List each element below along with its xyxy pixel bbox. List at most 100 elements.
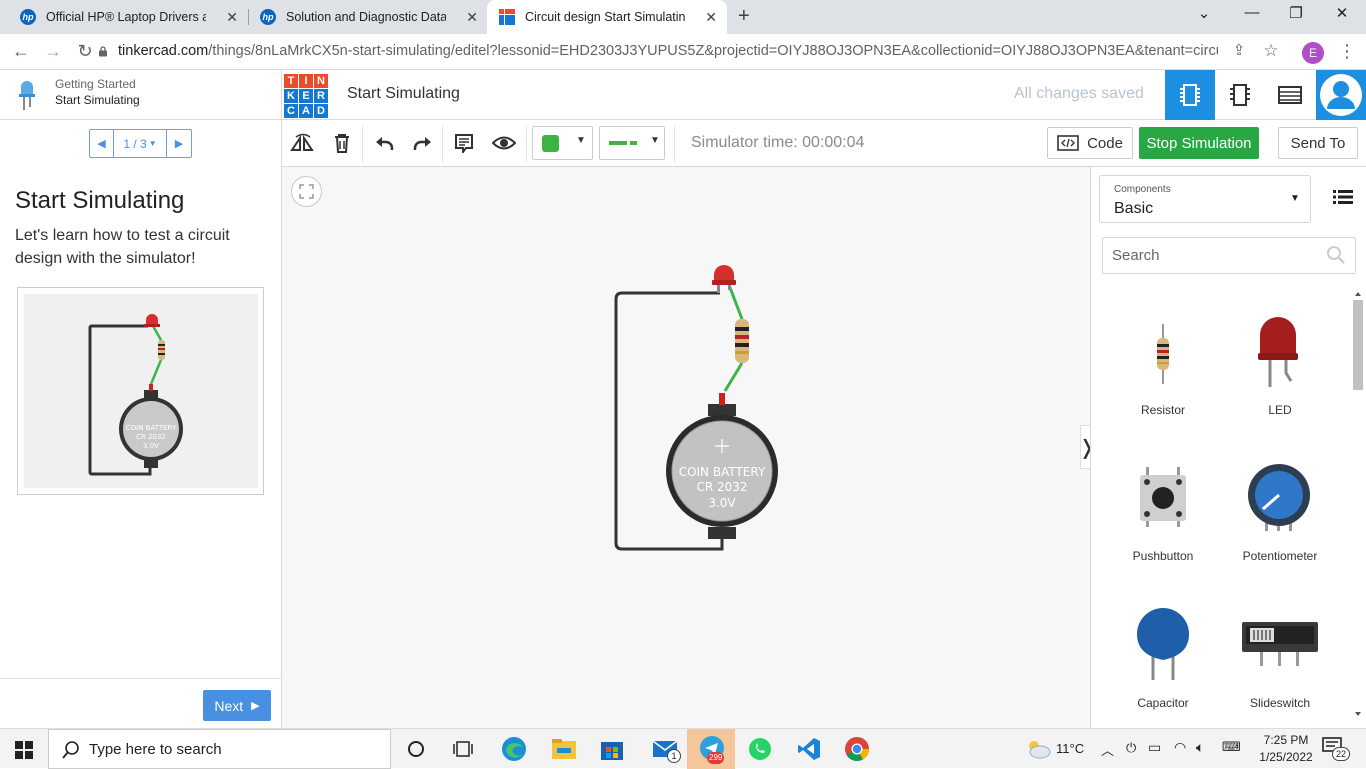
schematic-view-button[interactable] xyxy=(1215,70,1265,120)
file-explorer-icon[interactable] xyxy=(550,735,578,763)
share-icon[interactable]: ⇪ xyxy=(1228,41,1250,59)
coin-battery[interactable]: COIN BATTERY CR 2032 3.0V xyxy=(666,393,778,539)
wifi-icon[interactable]: ◠ xyxy=(1174,739,1186,756)
wire-type-dropdown[interactable]: ▼ xyxy=(599,126,665,160)
vscode-icon[interactable] xyxy=(795,735,823,763)
redo-icon[interactable] xyxy=(413,135,433,151)
circuit-view-button[interactable] xyxy=(1165,70,1215,120)
minimize-icon[interactable]: — xyxy=(1232,4,1272,21)
tab-title: Solution and Diagnostic Data Co xyxy=(286,10,446,24)
visibility-eye-icon[interactable] xyxy=(492,134,516,152)
list-view-icon[interactable] xyxy=(1333,189,1353,205)
notification-center-button[interactable]: 22 xyxy=(1322,737,1352,763)
project-title[interactable]: Start Simulating xyxy=(347,85,460,103)
cortana-icon[interactable] xyxy=(402,735,430,763)
red-led[interactable] xyxy=(712,265,736,293)
tray-device-icon[interactable]: ⏻ xyxy=(1126,740,1136,756)
next-button[interactable]: Next ▶ xyxy=(203,690,271,721)
tinkercad-logo[interactable]: TIN KER CAD xyxy=(284,74,328,118)
green-wire-top[interactable] xyxy=(727,284,744,320)
green-wire-bottom[interactable] xyxy=(723,362,744,392)
chevron-up-icon[interactable]: ︿ xyxy=(1101,740,1114,759)
send-to-button[interactable]: Send To xyxy=(1278,127,1358,159)
undo-icon[interactable] xyxy=(374,135,394,151)
browser-menu-icon[interactable]: ⋮ xyxy=(1336,41,1358,62)
edge-browser-icon[interactable] xyxy=(500,735,528,763)
components-scrollbar[interactable] xyxy=(1352,290,1364,720)
prev-step-button[interactable]: ◀ xyxy=(90,130,114,157)
taskbar-clock[interactable]: 7:25 PM 1/25/2022 xyxy=(1256,732,1316,766)
play-arrow-icon: ▶ xyxy=(251,700,260,712)
telegram-app-button[interactable]: 299 xyxy=(687,729,735,769)
close-tab-icon[interactable]: ✕ xyxy=(466,9,478,26)
logo-letter: K xyxy=(284,89,298,103)
lesson-panel: ◀ 1 / 3 ▼ ▶ Start Simulating Let's learn … xyxy=(0,120,282,728)
windows-start-icon[interactable] xyxy=(15,741,33,759)
tab-tinkercad[interactable]: Circuit design Start Simulating | T ✕ xyxy=(487,0,727,34)
back-icon[interactable]: ← xyxy=(10,41,32,62)
fit-view-icon xyxy=(299,184,314,199)
logo-letter: I xyxy=(299,74,313,88)
whatsapp-icon[interactable] xyxy=(746,735,774,763)
url-host: tinkercad.com xyxy=(118,43,209,59)
chrome-icon[interactable] xyxy=(843,735,871,763)
task-view-icon[interactable] xyxy=(450,735,478,763)
logo-letter: E xyxy=(299,89,313,103)
code-button[interactable]: Code xyxy=(1047,127,1133,159)
user-avatar[interactable] xyxy=(1316,70,1366,120)
reload-icon[interactable]: ↻ xyxy=(74,41,96,62)
lock-icon[interactable] xyxy=(98,46,108,57)
tab-search-chevron-icon[interactable]: ⌄ xyxy=(1184,4,1224,22)
stop-simulation-button[interactable]: Stop Simulation xyxy=(1139,127,1259,159)
next-step-button[interactable]: ▶ xyxy=(167,130,191,157)
resistor[interactable] xyxy=(735,319,749,363)
mail-icon[interactable]: 1 xyxy=(647,735,683,763)
component-potentiometer[interactable]: Potentiometer xyxy=(1225,455,1335,575)
rotate-icon[interactable] xyxy=(290,132,316,154)
delete-icon[interactable] xyxy=(333,133,351,153)
logo-letter: C xyxy=(284,104,298,118)
close-tab-icon[interactable]: ✕ xyxy=(705,9,717,26)
keyboard-icon[interactable]: ⌨︎ xyxy=(1222,739,1241,755)
tab-hp-drivers[interactable]: hp Official HP® Laptop Drivers and ✕ xyxy=(8,0,248,34)
lesson-led-icon xyxy=(19,81,35,110)
step-selector[interactable]: 1 / 3 ▼ xyxy=(114,130,167,157)
bookmark-star-icon[interactable]: ☆ xyxy=(1260,41,1282,61)
tab-hp-diagnostic[interactable]: hp Solution and Diagnostic Data Co ✕ xyxy=(248,0,488,34)
microsoft-store-icon[interactable] xyxy=(598,735,626,763)
potentiometer-icon xyxy=(1248,464,1310,531)
component-slideswitch[interactable]: Slideswitch xyxy=(1225,602,1335,722)
restore-icon[interactable]: ❐ xyxy=(1276,4,1316,22)
circuit-diagram[interactable]: COIN BATTERY CR 2032 3.0V xyxy=(602,251,782,561)
close-window-icon[interactable]: ✕ xyxy=(1322,4,1362,22)
taskbar-search-box[interactable]: Type here to search xyxy=(48,729,391,769)
url-field[interactable]: tinkercad.com/things/8nLaMrkCX5n-start-s… xyxy=(118,43,1218,59)
code-label: Code xyxy=(1087,134,1123,152)
component-capacitor[interactable]: Capacitor xyxy=(1108,602,1218,722)
components-dropdown[interactable]: Components Basic ▼ xyxy=(1099,175,1311,223)
notes-icon[interactable] xyxy=(454,133,474,153)
workplane-canvas[interactable]: COIN BATTERY CR 2032 3.0V xyxy=(282,167,1090,728)
speaker-icon[interactable]: 🔈︎ xyxy=(1196,739,1204,756)
hp-logo-icon: hp xyxy=(20,9,36,25)
battery-icon[interactable]: ▭ xyxy=(1148,739,1161,756)
logo-letter: N xyxy=(314,74,328,88)
component-search-input[interactable] xyxy=(1102,237,1356,274)
taskbar-search-placeholder: Type here to search xyxy=(89,740,222,758)
code-icon xyxy=(1057,135,1079,151)
component-list-view-button[interactable] xyxy=(1265,70,1315,120)
forward-icon[interactable]: → xyxy=(42,41,64,62)
new-tab-icon[interactable]: + xyxy=(738,5,750,28)
component-led[interactable]: LED xyxy=(1225,307,1335,427)
weather-icon[interactable] xyxy=(1024,735,1052,763)
preview-battery-text-1: COIN BATTERY xyxy=(126,424,177,432)
profile-avatar[interactable]: E xyxy=(1302,42,1324,64)
close-tab-icon[interactable]: ✕ xyxy=(226,9,238,26)
component-resistor[interactable]: Resistor xyxy=(1108,307,1218,427)
wire-color-dropdown[interactable]: ▼ xyxy=(532,126,593,160)
circuit-preview-image: COIN BATTERY CR 2032 3.0V xyxy=(24,294,258,488)
fit-view-button[interactable] xyxy=(291,176,322,207)
search-icon[interactable] xyxy=(1326,245,1346,265)
component-pushbutton[interactable]: Pushbutton xyxy=(1108,455,1218,575)
logo-letter: R xyxy=(314,89,328,103)
